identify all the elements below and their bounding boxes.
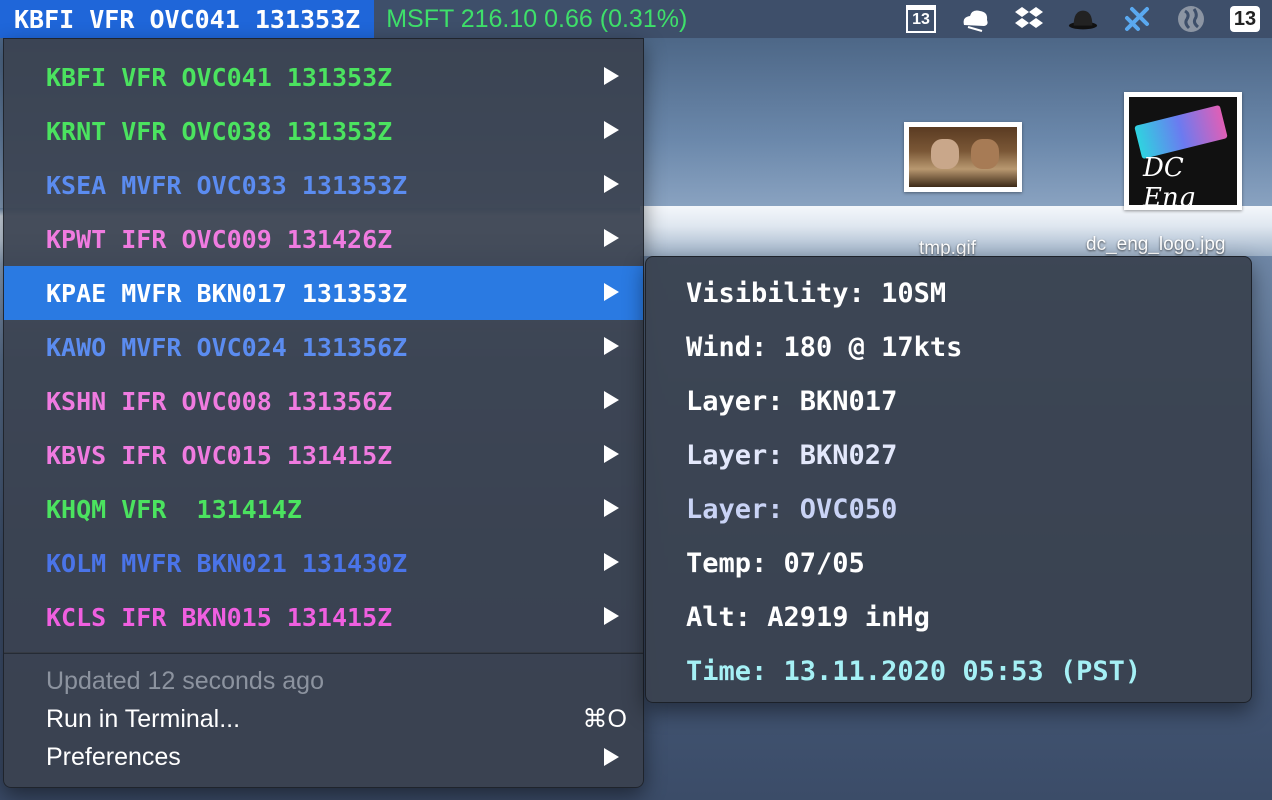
detail-line[interactable]: Alt: A2919 inHg [646,590,1251,644]
file-label-dc-eng-logo[interactable]: dc_eng_logo.jpg [1086,234,1225,256]
detail-line[interactable]: Temp: 07/05 [646,536,1251,590]
dropbox-icon[interactable] [1014,4,1044,34]
file-thumbnail-dc-eng-logo[interactable]: DC Eng [1124,92,1242,210]
station-text: KBVS IFR OVC015 131415Z [46,440,393,470]
weather-dropdown-menu: KBFI VFR OVC041 131353Z KRNT VFR OVC038 1… [3,38,644,788]
station-menu-item[interactable]: KSEA MVFR OVC033 131353Z [4,158,643,212]
station-text: KOLM MVFR BKN021 131430Z [46,548,408,578]
station-menu-item[interactable]: KSHN IFR OVC008 131356Z [4,374,643,428]
station-menu-item[interactable]: KHQM VFR 131414Z [4,482,643,536]
submenu-arrow-icon [604,499,619,517]
submenu-arrow-icon [604,67,619,85]
bowler-hat-icon[interactable] [1068,4,1098,34]
submenu-arrow-icon [604,283,619,301]
station-detail-submenu: Visibility: 10SM Wind: 180 @ 17kts Layer: … [645,256,1252,703]
station-text: KAWO MVFR OVC024 131356Z [46,332,408,362]
menu-bar: KBFI VFR OVC041 131353Z MSFT 216.10 0.66… [0,0,1272,38]
calendar-day: 13 [906,5,936,33]
station-menu-item[interactable]: KBFI VFR OVC041 131353Z [4,50,643,104]
station-menu-item[interactable]: KOLM MVFR BKN021 131430Z [4,536,643,590]
run-shortcut: ⌘O [582,705,627,733]
detail-line[interactable]: Layer: BKN027 [646,428,1251,482]
station-menu-item[interactable]: KPWT IFR OVC009 131426Z [4,212,643,266]
submenu-arrow-icon [604,607,619,625]
badge-count: 13 [1229,6,1261,32]
station-text: KCLS IFR BKN015 131415Z [46,602,393,632]
station-text: KSEA MVFR OVC033 131353Z [46,170,408,200]
station-text: KPAE MVFR BKN017 131353Z [46,278,408,308]
notification-badge[interactable]: 13 [1229,4,1261,34]
globe-icon[interactable] [1176,4,1206,34]
detail-line[interactable]: Layer: BKN017 [646,374,1251,428]
submenu-arrow-icon [604,445,619,463]
tool-app-icon[interactable] [1122,4,1152,34]
station-menu-item[interactable]: KBVS IFR OVC015 131415Z [4,428,643,482]
station-text: KPWT IFR OVC009 131426Z [46,224,393,254]
stock-ticker-item[interactable]: MSFT 216.10 0.66 (0.31%) [386,5,687,34]
detail-line[interactable]: Wind: 180 @ 17kts [646,320,1251,374]
preferences-label: Preferences [46,742,181,771]
station-text: KSHN IFR OVC008 131356Z [46,386,393,416]
submenu-arrow-icon [604,229,619,247]
preferences-item[interactable]: Preferences [4,738,643,776]
run-in-terminal-label: Run in Terminal... [46,704,241,733]
menu-separator [4,652,643,654]
submenu-arrow-icon [604,121,619,139]
submenu-arrow-icon [604,391,619,409]
station-list: KBFI VFR OVC041 131353Z KRNT VFR OVC038 1… [4,50,643,644]
station-text: KHQM VFR 131414Z [46,494,302,524]
submenu-arrow-icon [604,553,619,571]
run-in-terminal-item[interactable]: Run in Terminal... ⌘O [4,700,643,738]
station-text: KRNT VFR OVC038 131353Z [46,116,393,146]
submenu-arrow-icon [604,175,619,193]
submenu-arrow-icon [604,337,619,355]
detail-list: Visibility: 10SM Wind: 180 @ 17kts Layer: … [646,266,1251,698]
station-menu-item[interactable]: KCLS IFR BKN015 131415Z [4,590,643,644]
station-text: KBFI VFR OVC041 131353Z [46,62,393,92]
station-menu-item[interactable]: KRNT VFR OVC038 131353Z [4,104,643,158]
detail-line[interactable]: Visibility: 10SM [646,266,1251,320]
station-menu-item[interactable]: KPAE MVFR BKN017 131353Z [4,266,643,320]
calendar-icon[interactable]: 13 [906,4,936,34]
detail-line[interactable]: Layer: OVC050 [646,482,1251,536]
file-thumbnail-tmp-gif[interactable] [904,122,1022,192]
weather-status-item[interactable]: KBFI VFR OVC041 131353Z [0,0,375,38]
station-menu-item[interactable]: KAWO MVFR OVC024 131356Z [4,320,643,374]
detail-line[interactable]: Time: 13.11.2020 05:53 (PST) [646,644,1251,698]
updated-status: Updated 12 seconds ago [46,666,324,695]
submenu-arrow-icon [604,748,619,766]
status-icons: 13 13 [894,0,1272,38]
weather-cloud-icon[interactable] [960,4,990,34]
